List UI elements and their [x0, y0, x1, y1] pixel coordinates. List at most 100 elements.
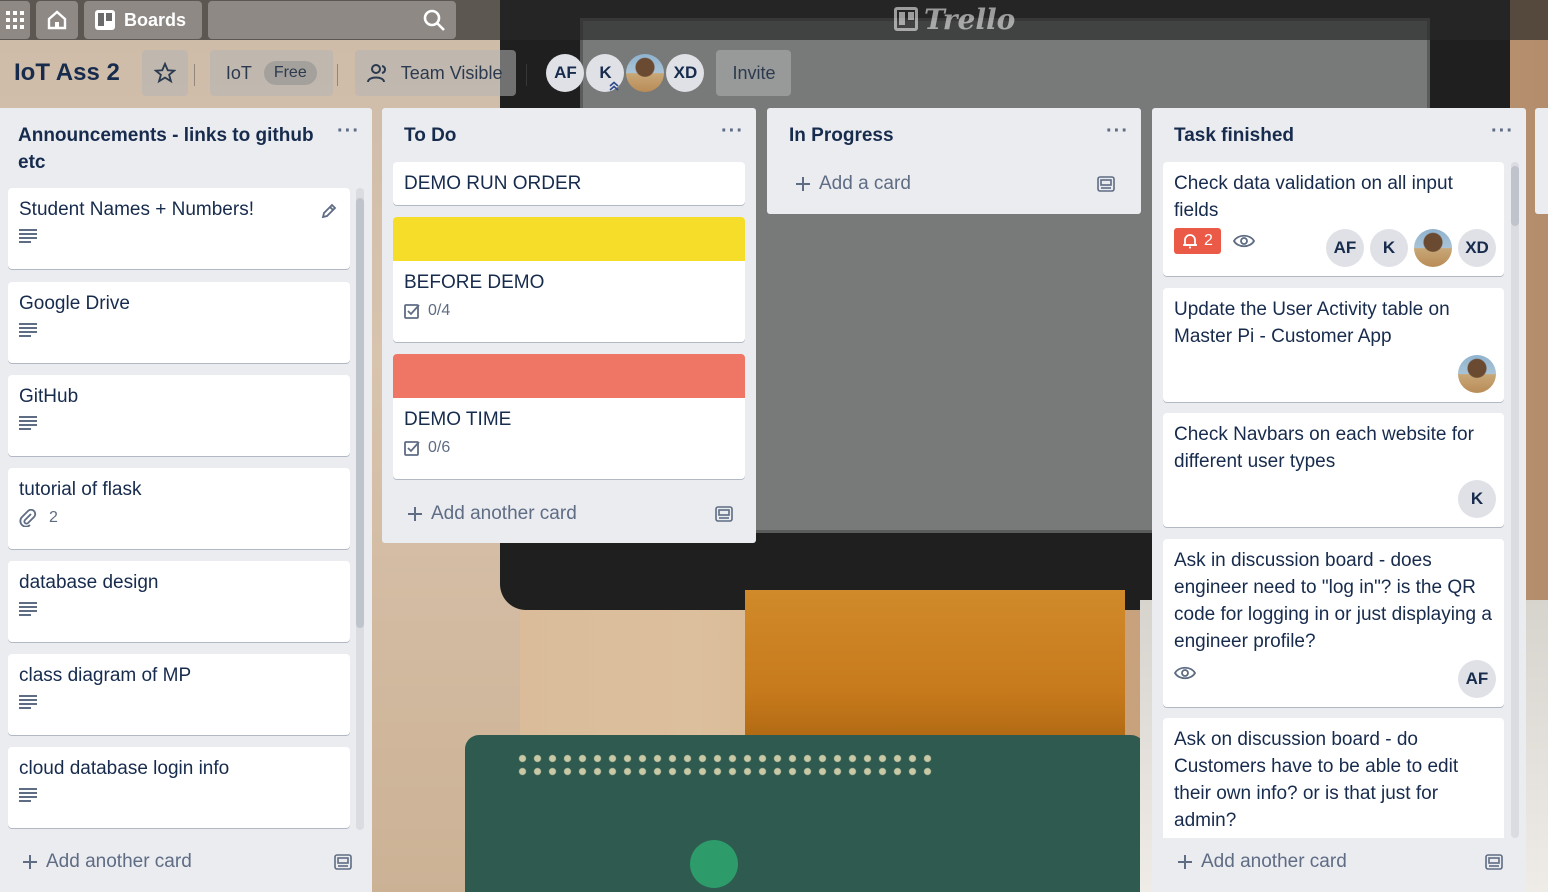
notification-count: 2: [1204, 232, 1213, 249]
member-avatar[interactable]: K: [586, 54, 625, 92]
card[interactable]: DEMO TIME 0/6: [393, 354, 745, 479]
card-members: AF K XD: [1326, 229, 1496, 267]
card-template-icon[interactable]: [334, 854, 352, 870]
card-title: BEFORE DEMO: [404, 272, 545, 293]
card-badges: [8, 317, 350, 343]
background-gpio-pins: [515, 752, 935, 778]
list-in-progress: In Progress ··· Add a card: [767, 108, 1141, 214]
card[interactable]: class diagram of MP: [8, 654, 350, 735]
card-template-icon[interactable]: [1485, 854, 1503, 870]
card[interactable]: tutorial of flask 2: [8, 468, 350, 549]
list-menu-icon[interactable]: ···: [337, 121, 360, 176]
header-divider: [526, 64, 527, 86]
card-template-icon[interactable]: [1097, 176, 1115, 192]
member-avatar[interactable]: K: [1370, 229, 1408, 267]
member-avatar[interactable]: AF: [546, 54, 585, 92]
card[interactable]: GitHub: [8, 375, 350, 456]
card[interactable]: Update the User Activity table on Master…: [1163, 288, 1504, 402]
list-menu-icon[interactable]: ···: [1491, 121, 1514, 149]
card[interactable]: BEFORE DEMO 0/4: [393, 217, 745, 342]
bell-icon: [1183, 234, 1197, 249]
card-badges: 2: [8, 503, 350, 533]
description-icon: [19, 229, 37, 243]
plus-icon: [408, 507, 422, 521]
watch-icon: [1174, 666, 1196, 680]
add-card-button[interactable]: Add a card: [781, 164, 1127, 204]
card-title: class diagram of MP: [19, 665, 192, 686]
card-badges: [8, 782, 350, 808]
list-menu-icon[interactable]: ···: [1106, 121, 1129, 149]
member-avatar-photo[interactable]: [1414, 229, 1452, 267]
list-header: Task finished ···: [1152, 108, 1526, 149]
card-title: Check data validation on all input field…: [1174, 173, 1453, 221]
member-initials: K: [599, 63, 612, 82]
boards-button[interactable]: Boards: [84, 1, 202, 39]
board-title[interactable]: IoT Ass 2: [14, 59, 120, 87]
visibility-button[interactable]: Team Visible: [354, 50, 517, 96]
star-icon: [153, 62, 176, 84]
card-badges: [8, 596, 350, 622]
card-title: DEMO RUN ORDER: [404, 173, 582, 194]
card-badges: 0/4: [393, 296, 745, 326]
member-avatar-photo[interactable]: [626, 54, 665, 92]
checklist-icon: [404, 304, 420, 319]
apps-button[interactable]: [0, 1, 30, 39]
list-task-finished: Task finished ··· Check data validation …: [1152, 108, 1526, 892]
card-container: Check data validation on all input field…: [1163, 162, 1504, 838]
description-icon: [19, 695, 37, 709]
star-board-button[interactable]: [141, 50, 188, 96]
member-avatar[interactable]: K: [1458, 480, 1496, 518]
list-scrollbar-thumb[interactable]: [356, 198, 364, 628]
list-header: In Progress ···: [767, 108, 1141, 149]
home-button[interactable]: [36, 1, 78, 39]
member-avatar[interactable]: AF: [1326, 229, 1364, 267]
card-title: DEMO TIME: [404, 409, 512, 430]
card-cover-yellow: [393, 217, 745, 261]
search-button[interactable]: [208, 1, 456, 39]
team-button[interactable]: IoT Free: [209, 50, 333, 96]
card[interactable]: Ask in discussion board - does engineer …: [1163, 539, 1504, 707]
list-scrollbar-thumb[interactable]: [1511, 166, 1519, 226]
card-badges: 0/6: [393, 433, 745, 463]
trello-logo-text: Trello: [924, 2, 1016, 36]
edit-icon[interactable]: [320, 202, 338, 220]
attachment-count: 2: [49, 509, 58, 526]
card-members: [1458, 355, 1496, 393]
card[interactable]: Check data validation on all input field…: [1163, 162, 1504, 276]
list-scrollbar[interactable]: [356, 188, 364, 830]
card-badges: [8, 223, 350, 249]
card-title: Ask on discussion board - do Customers h…: [1174, 729, 1459, 831]
add-card-text: Add another card: [46, 851, 192, 872]
card[interactable]: Check Navbars on each website for differ…: [1163, 413, 1504, 527]
add-card-label: Add another card: [1177, 851, 1347, 873]
card[interactable]: Ask on discussion board - do Customers h…: [1163, 718, 1504, 838]
list-title[interactable]: To Do: [404, 122, 456, 149]
card-title: GitHub: [19, 386, 79, 407]
add-card-button[interactable]: Add another card: [393, 494, 745, 534]
member-avatar[interactable]: AF: [1458, 660, 1496, 698]
card[interactable]: database design: [8, 561, 350, 642]
list-menu-icon[interactable]: ···: [721, 121, 744, 149]
add-card-button[interactable]: Add another card: [1163, 842, 1515, 882]
plan-badge: Free: [263, 61, 317, 85]
card-badges: [8, 689, 350, 715]
list-title[interactable]: Task finished: [1174, 122, 1294, 149]
member-avatar-photo[interactable]: [1458, 355, 1496, 393]
member-avatar[interactable]: XD: [666, 54, 705, 92]
description-icon: [19, 323, 37, 337]
list-scrollbar[interactable]: [1511, 162, 1519, 838]
next-list-edge[interactable]: [1535, 108, 1548, 214]
list-title[interactable]: Announcements - links to github etc: [18, 122, 318, 176]
add-card-button[interactable]: Add another card: [8, 842, 364, 882]
list-to-do: To Do ··· DEMO RUN ORDER BEFORE DEMO 0/4…: [382, 108, 756, 543]
card[interactable]: cloud database login info: [8, 747, 350, 828]
invite-button[interactable]: Invite: [716, 50, 792, 96]
member-avatar[interactable]: XD: [1458, 229, 1496, 267]
card[interactable]: Google Drive: [8, 282, 350, 363]
card-template-icon[interactable]: [715, 506, 733, 522]
add-card-text: Add another card: [431, 503, 577, 524]
card[interactable]: Student Names + Numbers!: [8, 188, 350, 269]
list-title[interactable]: In Progress: [789, 122, 894, 149]
trello-logo[interactable]: Trello: [894, 2, 1016, 36]
card[interactable]: DEMO RUN ORDER: [393, 162, 745, 205]
